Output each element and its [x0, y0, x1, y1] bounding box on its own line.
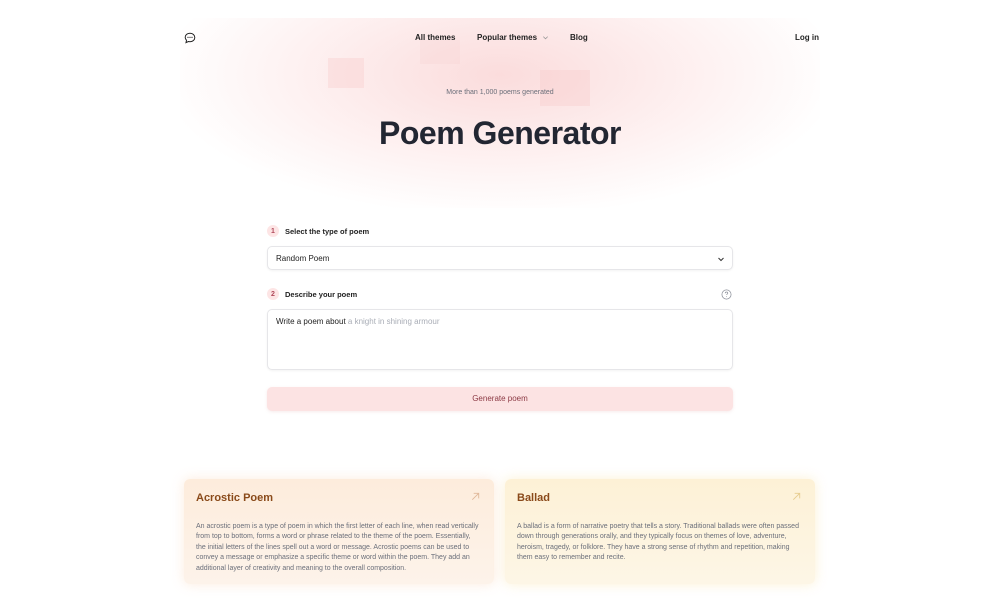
card-description: An acrostic poem is a type of poem in wh… — [196, 523, 479, 572]
top-nav: All themes Popular themes Blog Log in — [0, 0, 1000, 76]
step-number: 2 — [267, 288, 279, 300]
nav-link-blog[interactable]: Blog — [570, 33, 588, 42]
card-title: Ballad — [517, 492, 551, 504]
login-link[interactable]: Log in — [795, 33, 819, 42]
card-description: A ballad is a form of narrative poetry t… — [517, 523, 799, 562]
chat-bubble-icon[interactable] — [184, 32, 196, 44]
arrow-up-right-icon — [471, 492, 480, 501]
step-1-label: 1 Select the type of poem — [267, 225, 369, 237]
nav-link-popular-themes[interactable]: Popular themes — [477, 33, 549, 42]
poem-type-selected-value: Random Poem — [276, 254, 330, 263]
chevron-down-icon — [718, 257, 724, 262]
chevron-down-icon — [543, 36, 549, 40]
page-title: Poem Generator — [379, 115, 621, 151]
arrow-up-right-icon — [792, 492, 801, 501]
nav-link-popular-themes-label: Popular themes — [477, 33, 538, 42]
poem-description-input[interactable]: Write a poem about a knight in shining a… — [267, 309, 733, 370]
card-title: Acrostic Poem — [196, 492, 274, 504]
step-label-text: Describe your poem — [285, 289, 358, 299]
step-number: 1 — [267, 225, 279, 237]
poem-type-select[interactable]: Random Poem — [267, 246, 733, 270]
step-label-text: Select the type of poem — [285, 226, 370, 236]
question-circle-icon[interactable] — [721, 289, 732, 300]
nav-link-all-themes[interactable]: All themes — [415, 33, 455, 42]
generate-poem-button[interactable]: Generate poem — [267, 387, 733, 411]
poems-count-badge: More than 1,000 poems generated — [446, 89, 554, 96]
theme-card-ballad[interactable]: Ballad A ballad is a form of narrative p… — [505, 479, 815, 584]
textarea-placeholder: a knight in shining armour — [347, 317, 440, 326]
textarea-prefix: Write a poem about — [276, 317, 346, 326]
theme-card-acrostic[interactable]: Acrostic Poem An acrostic poem is a type… — [184, 479, 494, 584]
step-2-label: 2 Describe your poem — [267, 288, 357, 300]
